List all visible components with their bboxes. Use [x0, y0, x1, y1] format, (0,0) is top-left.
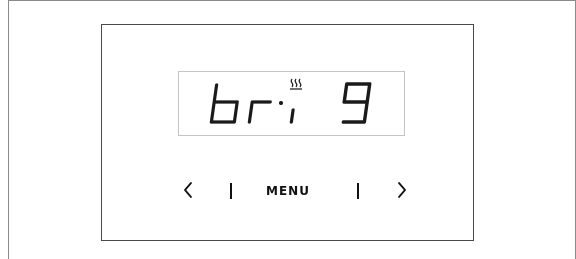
chevron-right-icon	[398, 182, 406, 198]
divider-right	[357, 183, 359, 199]
lcd-display: bri 9	[178, 71, 405, 136]
divider-left	[230, 183, 232, 199]
frame-top-edge	[8, 0, 576, 1]
menu-button[interactable]: MENU	[258, 177, 318, 205]
segment-glyph-9	[341, 82, 372, 124]
segment-glyph-b	[209, 83, 239, 124]
device-view: bri 9	[0, 0, 576, 259]
lcd-readout-value: bri 9	[179, 72, 180, 73]
segment-glyph-r	[247, 100, 272, 124]
next-button[interactable]	[391, 177, 413, 205]
chevron-left-icon	[184, 182, 192, 198]
segment-glyph-i	[289, 108, 295, 124]
frame-left-edge	[8, 0, 9, 259]
segment-dot	[279, 101, 283, 105]
previous-button[interactable]	[177, 177, 199, 205]
control-bar: MENU	[102, 177, 473, 205]
control-panel: bri 9	[101, 24, 474, 241]
